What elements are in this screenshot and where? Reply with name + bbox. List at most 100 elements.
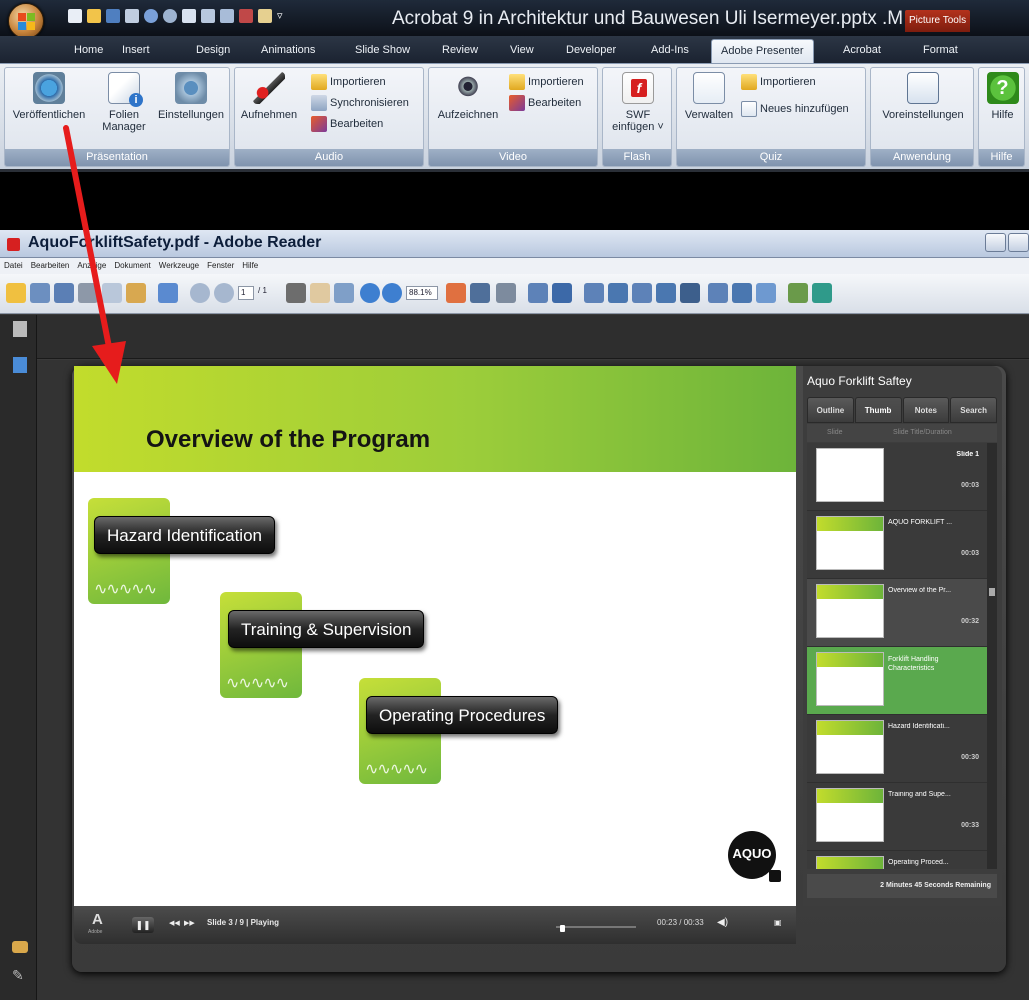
two-up-continuous-icon[interactable] — [608, 283, 628, 303]
format-painter-icon[interactable] — [258, 9, 272, 23]
scrollbar-thumb[interactable] — [989, 588, 995, 596]
thumbnail-row-highlighted[interactable]: Forklift Handling Characteristics — [807, 647, 987, 715]
rotate-icon[interactable] — [708, 283, 728, 303]
quiz-manage-button[interactable]: Verwalten — [681, 72, 737, 121]
minimize-icon[interactable] — [985, 233, 1006, 252]
pages-panel-icon[interactable] — [13, 321, 27, 337]
menu-anzeige[interactable]: Anzeige — [77, 258, 106, 274]
audio-import-button[interactable]: Importieren — [311, 74, 386, 90]
thumbnail-row-current[interactable]: Overview of the Pr... 00:32 — [807, 579, 987, 647]
customize-qat-icon[interactable]: ▿ — [277, 9, 287, 23]
menu-datei[interactable]: Datei — [4, 258, 23, 274]
tab-add-ins[interactable]: Add-Ins — [651, 44, 689, 56]
tab-outline[interactable]: Outline — [807, 397, 854, 423]
menu-bearbeiten[interactable]: Bearbeiten — [31, 258, 70, 274]
tab-search[interactable]: Search — [950, 397, 997, 423]
capture-video-button[interactable]: Aufzeichnen — [431, 72, 505, 121]
preferences-button[interactable]: Voreinstellungen — [873, 72, 973, 121]
tab-developer[interactable]: Developer — [566, 44, 616, 56]
slide-manager-button[interactable]: Folien Manager — [95, 72, 153, 133]
thumbnail-row[interactable]: Operating Proced... — [807, 851, 987, 869]
page-number-field[interactable]: 1 — [238, 286, 254, 300]
previous-page-icon[interactable] — [190, 283, 210, 303]
menu-werkzeuge[interactable]: Werkzeuge — [159, 258, 199, 274]
select-tool-icon[interactable] — [286, 283, 306, 303]
thumbnail-scrollbar[interactable] — [987, 443, 997, 869]
new-icon[interactable] — [68, 9, 82, 23]
cover-page-icon[interactable] — [632, 283, 652, 303]
tab-view[interactable]: View — [510, 44, 534, 56]
open-icon[interactable] — [6, 283, 26, 303]
comment-icon[interactable] — [756, 283, 776, 303]
previous-slide-button[interactable]: ◀◀ — [169, 919, 180, 927]
thumbnail-row[interactable]: Slide 1 00:03 — [807, 443, 987, 511]
single-page-icon[interactable] — [528, 283, 548, 303]
read-mode-icon[interactable] — [732, 283, 752, 303]
hand-tool-icon[interactable] — [310, 283, 330, 303]
tab-format[interactable]: Format — [923, 44, 958, 56]
save-icon[interactable] — [54, 283, 74, 303]
page-display-icon[interactable] — [496, 283, 516, 303]
audio-edit-button[interactable]: Bearbeiten — [311, 116, 383, 132]
attach-icon[interactable] — [788, 283, 808, 303]
quiz-add-new-button[interactable]: Neues hinzufügen — [741, 101, 849, 117]
menu-dokument[interactable]: Dokument — [114, 258, 150, 274]
fullscreen-icon[interactable]: ▣ — [774, 918, 784, 928]
record-audio-button[interactable]: Aufnehmen — [239, 72, 299, 121]
tab-acrobat[interactable]: Acrobat — [843, 44, 881, 56]
item-operating-procedures[interactable]: Operating Procedures — [366, 696, 559, 734]
two-up-icon[interactable] — [584, 283, 604, 303]
zoom-field[interactable]: 88.1% — [406, 286, 438, 300]
preview-icon[interactable] — [182, 9, 196, 23]
next-slide-button[interactable]: ▶▶ — [184, 919, 195, 927]
zoom-in-icon[interactable] — [382, 283, 402, 303]
chart-icon[interactable] — [239, 9, 253, 23]
tab-adobe-presenter[interactable]: Adobe Presenter — [711, 39, 814, 64]
tab-notes[interactable]: Notes — [902, 397, 950, 423]
comments-panel-icon[interactable] — [12, 941, 28, 953]
continuous-icon[interactable] — [552, 283, 572, 303]
tab-slide-show[interactable]: Slide Show — [355, 44, 410, 56]
thumbnail-row[interactable]: Hazard Identificati... 00:30 — [807, 715, 987, 783]
collaborate-icon[interactable] — [158, 283, 178, 303]
tab-thumb[interactable]: Thumb — [854, 397, 902, 423]
split-view-icon[interactable] — [656, 283, 676, 303]
quiz-import-button[interactable]: Importieren — [741, 74, 816, 90]
tab-review[interactable]: Review — [442, 44, 478, 56]
video-import-button[interactable]: Importieren — [509, 74, 584, 90]
full-screen-icon[interactable] — [680, 283, 700, 303]
thumbnail-row[interactable]: Training and Supe... 00:33 — [807, 783, 987, 851]
help-button[interactable]: ? Hilfe — [981, 72, 1024, 121]
redo-icon[interactable] — [163, 9, 177, 23]
tab-animations[interactable]: Animations — [261, 44, 315, 56]
settings-button[interactable]: Einstellungen — [153, 72, 229, 121]
tab-insert[interactable]: Insert — [122, 44, 150, 56]
office-button[interactable] — [8, 3, 44, 39]
save-icon[interactable] — [106, 9, 120, 23]
print-icon[interactable] — [30, 283, 50, 303]
progress-track[interactable] — [556, 926, 636, 928]
share-icon[interactable] — [126, 283, 146, 303]
attachments-panel-icon[interactable]: ✎ — [12, 967, 24, 984]
progress-knob[interactable] — [560, 925, 565, 932]
table-icon[interactable] — [201, 9, 215, 23]
open-icon[interactable] — [87, 9, 101, 23]
tab-home[interactable]: Home — [74, 44, 103, 56]
item-training-supervision[interactable]: Training & Supervision — [228, 610, 425, 648]
video-edit-button[interactable]: Bearbeiten — [509, 95, 581, 111]
item-hazard-identification[interactable]: Hazard Identification — [94, 516, 275, 554]
zoom-tool-icon[interactable] — [334, 283, 354, 303]
fit-page-icon[interactable] — [446, 283, 466, 303]
audio-sync-button[interactable]: Synchronisieren — [311, 95, 409, 111]
menu-hilfe[interactable]: Hilfe — [242, 258, 258, 274]
publish-button[interactable]: Veröffentlichen — [7, 72, 91, 121]
menu-fenster[interactable]: Fenster — [207, 258, 234, 274]
search-icon[interactable] — [78, 283, 98, 303]
insert-swf-button[interactable]: SWF einfügen ˅ — [605, 72, 671, 133]
thumbnail-row[interactable]: AQUO FORKLIFT ... 00:03 — [807, 511, 987, 579]
tab-design[interactable]: Design — [196, 44, 230, 56]
bookmarks-panel-icon[interactable] — [13, 357, 27, 373]
grid-icon[interactable] — [220, 9, 234, 23]
undo-icon[interactable] — [144, 9, 158, 23]
volume-icon[interactable]: ◀) — [717, 917, 731, 931]
